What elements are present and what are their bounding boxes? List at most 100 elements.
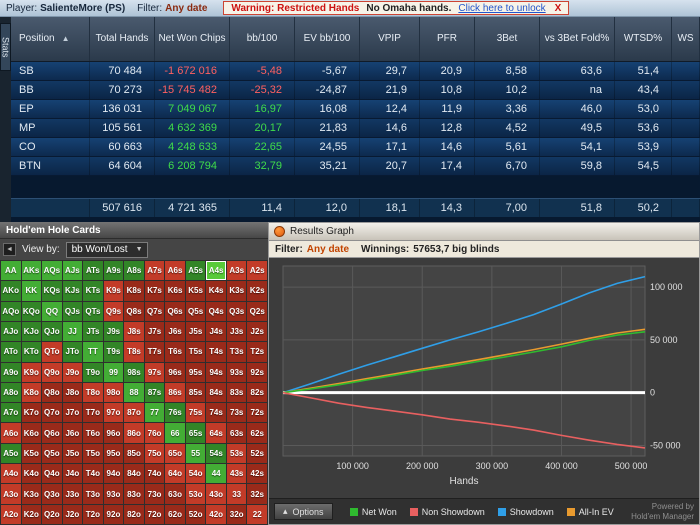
hand-cell-K3s[interactable]: K3s [226, 281, 247, 301]
hand-cell-T4o[interactable]: T4o [83, 464, 103, 484]
viewby-select[interactable]: bb Won/Lost ▼ [65, 241, 148, 258]
hand-cell-54o[interactable]: 54o [185, 464, 206, 484]
options-button[interactable]: ▴ Options [274, 503, 333, 520]
hand-cell-22[interactable]: 22 [247, 504, 267, 524]
hand-cell-76s[interactable]: 76s [165, 403, 185, 423]
hand-cell-99[interactable]: 99 [103, 362, 124, 382]
hand-cell-J2s[interactable]: J2s [247, 321, 267, 342]
hand-cell-72o[interactable]: 72o [144, 504, 165, 524]
hand-cell-T8s[interactable]: T8s [124, 342, 144, 362]
hand-cell-32s[interactable]: 32s [247, 484, 267, 504]
hand-cell-83o[interactable]: 83o [124, 484, 144, 504]
table-row[interactable]: SB 70 484 -1 672 016 -5,48 -5,67 29,7 20,9 8,58… [11, 62, 700, 81]
hand-cell-Q4o[interactable]: Q4o [42, 464, 62, 484]
hand-cell-T2s[interactable]: T2s [247, 342, 267, 362]
hand-cell-ATo[interactable]: ATo [1, 342, 21, 362]
hand-cell-A4s[interactable]: A4s [206, 261, 226, 281]
hand-cell-97s[interactable]: 97s [144, 362, 165, 382]
hand-cell-84o[interactable]: 84o [124, 464, 144, 484]
hand-cell-T2o[interactable]: T2o [83, 504, 103, 524]
hand-cell-86s[interactable]: 86s [165, 382, 185, 403]
hand-cell-K8s[interactable]: K8s [124, 281, 144, 301]
hand-cell-J5s[interactable]: J5s [185, 321, 206, 342]
hand-cell-AQo[interactable]: AQo [1, 301, 21, 321]
hand-cell-T6s[interactable]: T6s [165, 342, 185, 362]
hand-cell-ATs[interactable]: ATs [83, 261, 103, 281]
hand-cell-82s[interactable]: 82s [247, 382, 267, 403]
hand-cell-63o[interactable]: 63o [165, 484, 185, 504]
hand-cell-42s[interactable]: 42s [247, 464, 267, 484]
hand-cell-K3o[interactable]: K3o [21, 484, 42, 504]
hand-cell-T3o[interactable]: T3o [83, 484, 103, 504]
hand-cell-T9s[interactable]: T9s [103, 342, 124, 362]
hand-cell-Q2s[interactable]: Q2s [247, 301, 267, 321]
hand-cell-KK[interactable]: KK [21, 281, 42, 301]
hand-cell-76o[interactable]: 76o [144, 423, 165, 443]
hand-cell-K6s[interactable]: K6s [165, 281, 185, 301]
hand-cell-J9o[interactable]: J9o [62, 362, 83, 382]
column-header-pfr[interactable]: PFR [420, 17, 475, 61]
hand-cell-J7s[interactable]: J7s [144, 321, 165, 342]
hand-cell-A4o[interactable]: A4o [1, 464, 21, 484]
hand-cell-KJo[interactable]: KJo [21, 321, 42, 342]
hand-cell-A2s[interactable]: A2s [247, 261, 267, 281]
hand-cell-73s[interactable]: 73s [226, 403, 247, 423]
hand-cell-92o[interactable]: 92o [103, 504, 124, 524]
hand-cell-98o[interactable]: 98o [103, 382, 124, 403]
hand-cell-QJo[interactable]: QJo [42, 321, 62, 342]
hand-cell-Q9o[interactable]: Q9o [42, 362, 62, 382]
hand-cell-AJo[interactable]: AJo [1, 321, 21, 342]
hand-cell-KJs[interactable]: KJs [62, 281, 83, 301]
column-header-vs3bet[interactable]: vs 3Bet Fold% [540, 17, 615, 61]
hand-cell-Q5s[interactable]: Q5s [185, 301, 206, 321]
hand-cell-J5o[interactable]: J5o [62, 443, 83, 464]
hand-cell-T8o[interactable]: T8o [83, 382, 103, 403]
hand-cell-Q5o[interactable]: Q5o [42, 443, 62, 464]
hand-cell-KQo[interactable]: KQo [21, 301, 42, 321]
hand-cell-65s[interactable]: 65s [185, 423, 206, 443]
hand-cell-83s[interactable]: 83s [226, 382, 247, 403]
hand-cell-A6o[interactable]: A6o [1, 423, 21, 443]
table-row[interactable]: BB 70 273 -15 745 482 -25,32 -24,87 21,9 10,8 1… [11, 81, 700, 100]
hand-cell-75s[interactable]: 75s [185, 403, 206, 423]
hand-cell-J6o[interactable]: J6o [62, 423, 83, 443]
warning-close-icon[interactable]: X [555, 3, 562, 14]
hand-cell-T7o[interactable]: T7o [83, 403, 103, 423]
hand-cell-54s[interactable]: 54s [206, 443, 226, 464]
table-row[interactable]: CO 60 663 4 248 633 22,65 24,55 17,1 14,6 5,61 5… [11, 138, 700, 157]
hand-cell-K6o[interactable]: K6o [21, 423, 42, 443]
hand-cell-82o[interactable]: 82o [124, 504, 144, 524]
column-header-wtsd[interactable]: WTSD% [615, 17, 672, 61]
hand-cell-K7s[interactable]: K7s [144, 281, 165, 301]
table-row[interactable]: MP 105 561 4 632 369 20,17 21,83 14,6 12,8 4,52… [11, 119, 700, 138]
hand-cell-TT[interactable]: TT [83, 342, 103, 362]
collapse-left-icon[interactable]: ◄ [3, 243, 16, 256]
hand-cell-K9o[interactable]: K9o [21, 362, 42, 382]
hand-cell-J3s[interactable]: J3s [226, 321, 247, 342]
hand-cell-96o[interactable]: 96o [103, 423, 124, 443]
hand-cell-53o[interactable]: 53o [185, 484, 206, 504]
hand-cell-42o[interactable]: 42o [206, 504, 226, 524]
unlock-link[interactable]: Click here to unlock [458, 3, 545, 14]
tab-stats[interactable]: Stats [0, 23, 11, 71]
hand-cell-K9s[interactable]: K9s [103, 281, 124, 301]
hand-cell-65o[interactable]: 65o [165, 443, 185, 464]
hand-cell-K2s[interactable]: K2s [247, 281, 267, 301]
hand-cell-Q6o[interactable]: Q6o [42, 423, 62, 443]
hand-cell-Q8o[interactable]: Q8o [42, 382, 62, 403]
hand-cell-T5s[interactable]: T5s [185, 342, 206, 362]
hand-cell-K4s[interactable]: K4s [206, 281, 226, 301]
hand-cell-43s[interactable]: 43s [226, 464, 247, 484]
hand-cell-T9o[interactable]: T9o [83, 362, 103, 382]
hand-cell-74o[interactable]: 74o [144, 464, 165, 484]
hand-cell-A7o[interactable]: A7o [1, 403, 21, 423]
hand-cell-T6o[interactable]: T6o [83, 423, 103, 443]
hand-cell-44[interactable]: 44 [206, 464, 226, 484]
hand-cell-J8o[interactable]: J8o [62, 382, 83, 403]
column-header-vpip[interactable]: VPIP [360, 17, 420, 61]
hand-cell-AQs[interactable]: AQs [42, 261, 62, 281]
hand-cell-52o[interactable]: 52o [185, 504, 206, 524]
hand-cell-Q9s[interactable]: Q9s [103, 301, 124, 321]
hand-cell-Q2o[interactable]: Q2o [42, 504, 62, 524]
hand-cell-J4s[interactable]: J4s [206, 321, 226, 342]
